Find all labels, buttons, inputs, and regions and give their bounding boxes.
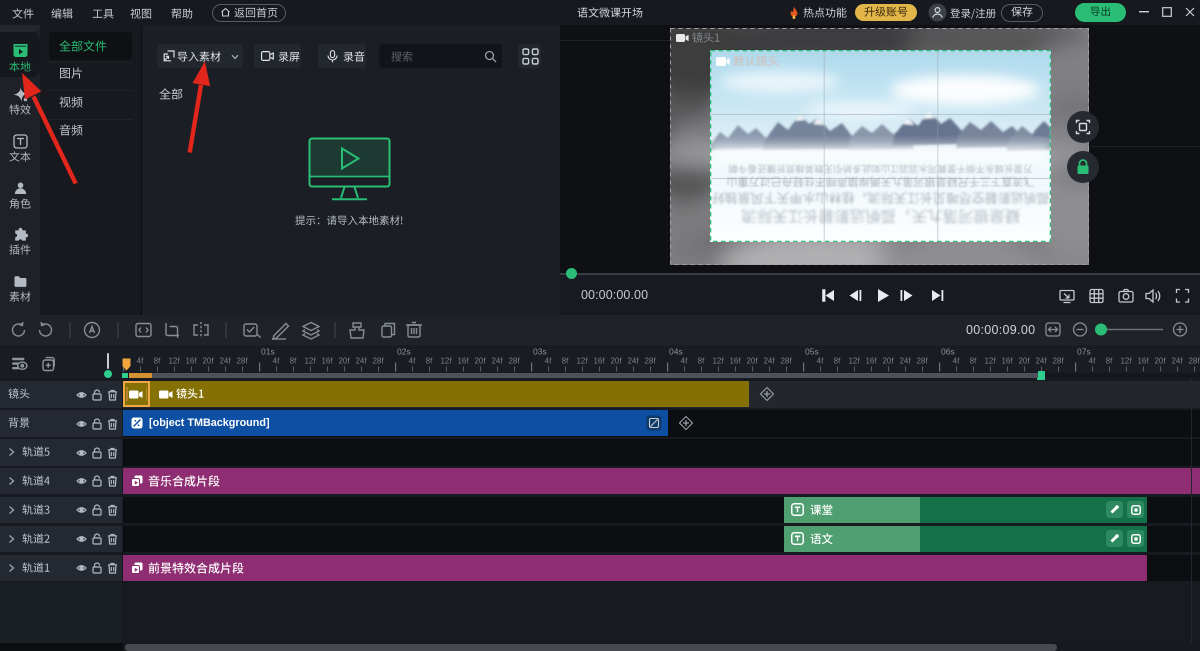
svg-text:12f: 12f [1120, 357, 1132, 366]
svg-text:8f: 8f [970, 357, 977, 366]
svg-text:24f: 24f [899, 357, 911, 366]
svg-text:8f: 8f [1106, 357, 1113, 366]
svg-text:16f: 16f [729, 357, 741, 366]
svg-text:8f: 8f [698, 357, 705, 366]
svg-text:24f: 24f [219, 357, 231, 366]
svg-text:16f: 16f [1137, 357, 1149, 366]
svg-text:12f: 12f [984, 357, 996, 366]
svg-text:07s: 07s [1077, 347, 1091, 357]
svg-text:20f: 20f [610, 357, 622, 366]
svg-text:28f: 28f [508, 357, 520, 366]
svg-text:16f: 16f [865, 357, 877, 366]
svg-text:8f: 8f [426, 357, 433, 366]
svg-text:8f: 8f [834, 357, 841, 366]
svg-text:03s: 03s [533, 347, 547, 357]
svg-text:02s: 02s [397, 347, 411, 357]
svg-text:16f: 16f [457, 357, 469, 366]
svg-text:4f: 4f [817, 357, 824, 366]
svg-text:01s: 01s [261, 347, 275, 357]
svg-text:20f: 20f [202, 357, 214, 366]
svg-text:20f: 20f [882, 357, 894, 366]
svg-text:24f: 24f [627, 357, 639, 366]
svg-text:28f: 28f [780, 357, 792, 366]
svg-text:24f: 24f [355, 357, 367, 366]
svg-text:28f: 28f [1188, 357, 1200, 366]
svg-text:12f: 12f [576, 357, 588, 366]
svg-text:16f: 16f [593, 357, 605, 366]
svg-text:12f: 12f [304, 357, 316, 366]
svg-text:4f: 4f [953, 357, 960, 366]
svg-text:12f: 12f [440, 357, 452, 366]
svg-text:20f: 20f [746, 357, 758, 366]
svg-text:8f: 8f [290, 357, 297, 366]
svg-text:20f: 20f [1018, 357, 1030, 366]
svg-text:4f: 4f [545, 357, 552, 366]
svg-text:4f: 4f [137, 357, 144, 366]
svg-text:20f: 20f [474, 357, 486, 366]
svg-text:28f: 28f [372, 357, 384, 366]
svg-text:12f: 12f [848, 357, 860, 366]
svg-text:05s: 05s [805, 347, 819, 357]
svg-text:12f: 12f [168, 357, 180, 366]
svg-text:20f: 20f [1154, 357, 1166, 366]
svg-text:16f: 16f [1001, 357, 1013, 366]
svg-text:28f: 28f [236, 357, 248, 366]
svg-text:4f: 4f [273, 357, 280, 366]
svg-text:8f: 8f [562, 357, 569, 366]
svg-text:4f: 4f [681, 357, 688, 366]
svg-text:24f: 24f [1035, 357, 1047, 366]
svg-text:28f: 28f [644, 357, 656, 366]
svg-text:04s: 04s [669, 347, 683, 357]
svg-text:24f: 24f [491, 357, 503, 366]
svg-text:16f: 16f [185, 357, 197, 366]
svg-text:24f: 24f [1171, 357, 1183, 366]
svg-text:12f: 12f [712, 357, 724, 366]
svg-text:28f: 28f [916, 357, 928, 366]
svg-text:24f: 24f [763, 357, 775, 366]
svg-text:06s: 06s [941, 347, 955, 357]
svg-text:8f: 8f [154, 357, 161, 366]
svg-text:28f: 28f [1052, 357, 1064, 366]
svg-text:16f: 16f [321, 357, 333, 366]
svg-text:4f: 4f [1089, 357, 1096, 366]
svg-text:20f: 20f [338, 357, 350, 366]
svg-text:4f: 4f [409, 357, 416, 366]
